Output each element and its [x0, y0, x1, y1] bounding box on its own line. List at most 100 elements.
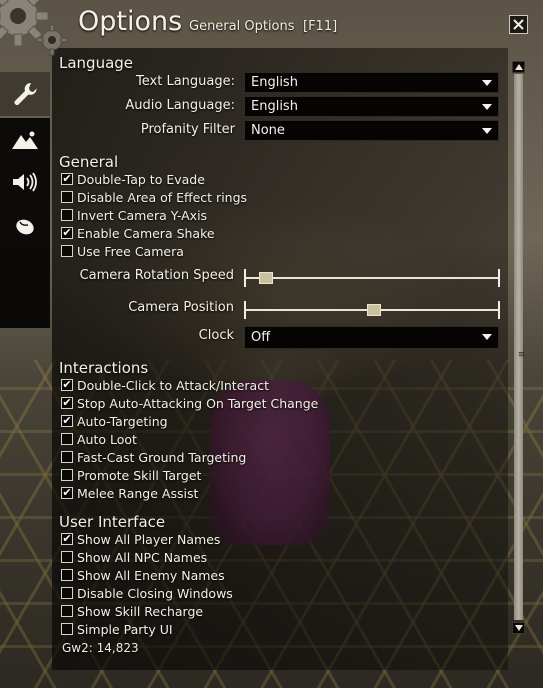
clock-value: Off: [251, 330, 271, 345]
checkbox-label: Auto Loot: [77, 431, 137, 447]
checkbox-label: Invert Camera Y-Axis: [77, 207, 208, 223]
build-number: Gw2: 14,823: [62, 641, 139, 655]
clock-dropdown[interactable]: Off: [244, 326, 499, 349]
checkbox[interactable]: ✔: [61, 415, 73, 427]
checkbox[interactable]: ✔: [61, 487, 73, 499]
slider-endcap: [244, 269, 246, 287]
camera-position-label: Camera Position: [128, 300, 234, 315]
checkbox-row[interactable]: Show All Enemy Names: [61, 567, 225, 583]
checkbox[interactable]: ✔: [61, 533, 73, 545]
checkbox-label: Simple Party UI: [77, 621, 173, 637]
checkbox-row[interactable]: ✔ Auto-Targeting: [61, 413, 168, 429]
tab-sound-options[interactable]: [0, 160, 50, 204]
checkbox-label: Disable Area of Effect rings: [77, 189, 248, 205]
chevron-up-icon: [514, 64, 523, 70]
audio-language-value: English: [251, 99, 298, 114]
audio-language-label: Audio Language:: [125, 98, 235, 113]
tab-graphics-options[interactable]: [0, 118, 50, 162]
text-language-label: Text Language:: [136, 74, 235, 89]
checkbox-label: Double-Click to Attack/Interact: [77, 377, 269, 393]
window-subtitle: General Options: [189, 19, 295, 34]
checkbox[interactable]: [61, 569, 73, 581]
checkbox-row[interactable]: Simple Party UI: [61, 621, 173, 637]
scroll-grip-icon[interactable]: ≡: [516, 351, 527, 360]
checkbox-label: Auto-Targeting: [77, 413, 168, 429]
tab-control-options[interactable]: [0, 204, 50, 248]
checkbox-row[interactable]: ✔ Double-Click to Attack/Interact: [61, 377, 269, 393]
checkbox[interactable]: [61, 469, 73, 481]
checkbox-row[interactable]: Auto Loot: [61, 431, 137, 447]
checkbox-row[interactable]: ✔ Enable Camera Shake: [61, 225, 215, 241]
checkbox-row[interactable]: Show Skill Recharge: [61, 603, 203, 619]
checkbox-row[interactable]: Show All NPC Names: [61, 549, 207, 565]
slider-endcap: [498, 301, 500, 319]
checkbox-row[interactable]: Promote Skill Target: [61, 467, 201, 483]
chevron-down-icon: [514, 625, 523, 631]
section-heading-general: General: [59, 153, 119, 171]
checkbox-label: Disable Closing Windows: [77, 585, 233, 601]
checkbox[interactable]: [61, 245, 73, 257]
checkmark-icon: ✔: [62, 378, 72, 391]
section-heading-interactions: Interactions: [59, 359, 149, 377]
profanity-filter-dropdown[interactable]: None: [244, 120, 499, 141]
checkbox-row[interactable]: ✔ Double-Tap to Evade: [61, 171, 205, 187]
chevron-down-icon: [482, 128, 492, 134]
checkbox[interactable]: [61, 605, 73, 617]
scroll-track[interactable]: ≡: [514, 74, 525, 620]
section-heading-user-interface: User Interface: [59, 513, 166, 531]
checkbox[interactable]: [61, 191, 73, 203]
checkbox[interactable]: ✔: [61, 173, 73, 185]
close-icon: [513, 19, 524, 30]
checkbox[interactable]: [61, 209, 73, 221]
checkbox-label: Promote Skill Target: [77, 467, 202, 483]
checkbox[interactable]: [61, 587, 73, 599]
checkbox[interactable]: [61, 551, 73, 563]
checkbox-row[interactable]: ✔ Melee Range Assist: [61, 485, 198, 501]
audio-language-dropdown[interactable]: English: [244, 96, 499, 117]
checkbox-row[interactable]: Disable Area of Effect rings: [61, 189, 247, 205]
checkbox-label: Use Free Camera: [77, 243, 184, 259]
tab-general-options[interactable]: [0, 72, 50, 116]
checkbox-row[interactable]: Invert Camera Y-Axis: [61, 207, 207, 223]
checkbox-row[interactable]: ✔ Show All Player Names: [61, 531, 220, 547]
chevron-down-icon: [482, 80, 492, 86]
camera-rotation-speed-slider[interactable]: [244, 269, 500, 287]
slider-thumb[interactable]: [259, 272, 274, 284]
slider-thumb[interactable]: [367, 304, 382, 316]
checkbox-row[interactable]: Use Free Camera: [61, 243, 184, 259]
checkbox[interactable]: ✔: [61, 379, 73, 391]
checkmark-icon: ✔: [62, 226, 72, 239]
mountains-icon: [12, 131, 38, 149]
checkbox[interactable]: [61, 623, 73, 635]
profanity-filter-value: None: [251, 123, 285, 138]
checkbox[interactable]: ✔: [61, 397, 73, 409]
chevron-down-icon: [482, 104, 492, 110]
close-button[interactable]: [509, 15, 528, 34]
checkmark-icon: ✔: [62, 486, 72, 499]
slider-endcap: [244, 301, 246, 319]
scroll-up-button[interactable]: [512, 61, 525, 73]
checkbox-label: Melee Range Assist: [77, 485, 199, 501]
clock-label: Clock: [198, 328, 234, 343]
checkbox[interactable]: [61, 451, 73, 463]
checkmark-icon: ✔: [62, 396, 72, 409]
checkbox-label: Double-Tap to Evade: [77, 171, 205, 187]
window-title: Options: [78, 6, 183, 37]
scrollbar[interactable]: ≡: [511, 61, 526, 634]
checkbox-row[interactable]: Fast-Cast Ground Targeting: [61, 449, 246, 465]
small-gear-icon: [36, 24, 68, 56]
checkmark-icon: ✔: [62, 414, 72, 427]
checkbox-row[interactable]: Disable Closing Windows: [61, 585, 233, 601]
camera-rotation-speed-label: Camera Rotation Speed: [79, 268, 234, 283]
text-language-dropdown[interactable]: English: [244, 72, 499, 93]
section-heading-language: Language: [59, 54, 134, 72]
checkbox-row[interactable]: ✔ Stop Auto-Attacking On Target Change: [61, 395, 318, 411]
scroll-down-button[interactable]: [512, 622, 525, 634]
checkbox[interactable]: ✔: [61, 227, 73, 239]
text-language-value: English: [251, 75, 298, 90]
camera-position-slider[interactable]: [244, 301, 500, 319]
profanity-filter-label: Profanity Filter: [140, 122, 235, 137]
checkbox[interactable]: [61, 433, 73, 445]
checkbox-label: Show Skill Recharge: [77, 603, 204, 619]
checkbox-label: Fast-Cast Ground Targeting: [77, 449, 247, 465]
